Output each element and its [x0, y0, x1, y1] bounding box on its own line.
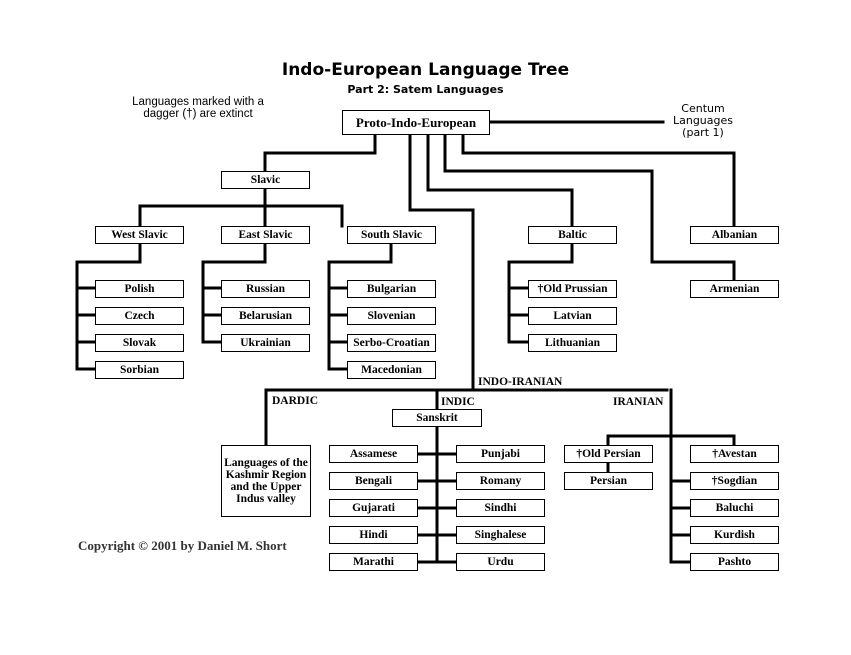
copyright-notice: Copyright © 2001 by Daniel M. Short — [78, 538, 287, 553]
language-tree-diagram: Indo-European Language Tree Part 2: Sate… — [0, 0, 851, 655]
line-root-slavic — [263, 133, 377, 173]
leaf-lithuanian: Lithuanian — [528, 334, 617, 352]
leaf-old-prussian: †Old Prussian — [528, 280, 617, 298]
leaf-old-persian: †Old Persian — [564, 445, 653, 463]
leaf-russian: Russian — [221, 280, 310, 298]
centum-label: Centum Languages (part 1) — [672, 102, 734, 139]
leaf-serbo-croatian: Serbo-Croatian — [347, 334, 436, 352]
leaf-belarusian: Belarusian — [221, 307, 310, 325]
node-south-slavic: South Slavic — [347, 226, 436, 244]
diagram-subtitle: Part 2: Satem Languages — [347, 83, 504, 96]
leaf-gujarati: Gujarati — [329, 499, 418, 517]
leaf-bulgarian: Bulgarian — [347, 280, 436, 298]
extinct-note: Languages marked with a dagger (†) are e… — [132, 96, 264, 120]
leaf-ukrainian: Ukrainian — [221, 334, 310, 352]
node-armenian: Armenian — [690, 280, 779, 298]
leaf-urdu: Urdu — [456, 553, 545, 571]
leaf-baluchi: Baluchi — [690, 499, 779, 517]
node-sanskrit: Sanskrit — [392, 409, 482, 427]
leaf-polish: Polish — [95, 280, 184, 298]
label-iranian: IRANIAN — [613, 396, 664, 408]
node-dardic-description: Languages of the Kashmir Region and the … — [221, 445, 311, 517]
leaf-slovak: Slovak — [95, 334, 184, 352]
line-root-armenian — [443, 133, 736, 282]
leaf-macedonian: Macedonian — [347, 361, 436, 379]
leaf-punjabi: Punjabi — [456, 445, 545, 463]
leaf-bengali: Bengali — [329, 472, 418, 490]
diagram-title: Indo-European Language Tree — [281, 60, 570, 80]
leaf-hindi: Hindi — [329, 526, 418, 544]
label-indo-iranian: INDO-IRANIAN — [478, 376, 563, 388]
leaf-persian: Persian — [564, 472, 653, 490]
label-dardic: DARDIC — [272, 395, 318, 407]
node-slavic: Slavic — [221, 171, 310, 189]
leaf-avestan: †Avestan — [690, 445, 779, 463]
root-proto-indo-european: Proto-Indo-European — [342, 110, 490, 135]
leaf-latvian: Latvian — [528, 307, 617, 325]
node-west-slavic: West Slavic — [95, 226, 184, 244]
node-albanian: Albanian — [690, 226, 779, 244]
leaf-sogdian: †Sogdian — [690, 472, 779, 490]
leaf-czech: Czech — [95, 307, 184, 325]
node-baltic: Baltic — [528, 226, 617, 244]
leaf-pashto: Pashto — [690, 553, 779, 571]
line-root-albanian — [461, 133, 736, 228]
line-root-baltic — [426, 133, 574, 228]
leaf-marathi: Marathi — [329, 553, 418, 571]
leaf-romany: Romany — [456, 472, 545, 490]
leaf-sindhi: Sindhi — [456, 499, 545, 517]
label-indic: INDIC — [441, 396, 475, 408]
leaf-kurdish: Kurdish — [690, 526, 779, 544]
leaf-slovenian: Slovenian — [347, 307, 436, 325]
leaf-sorbian: Sorbian — [95, 361, 184, 379]
node-east-slavic: East Slavic — [221, 226, 310, 244]
leaf-assamese: Assamese — [329, 445, 418, 463]
leaf-singhalese: Singhalese — [456, 526, 545, 544]
